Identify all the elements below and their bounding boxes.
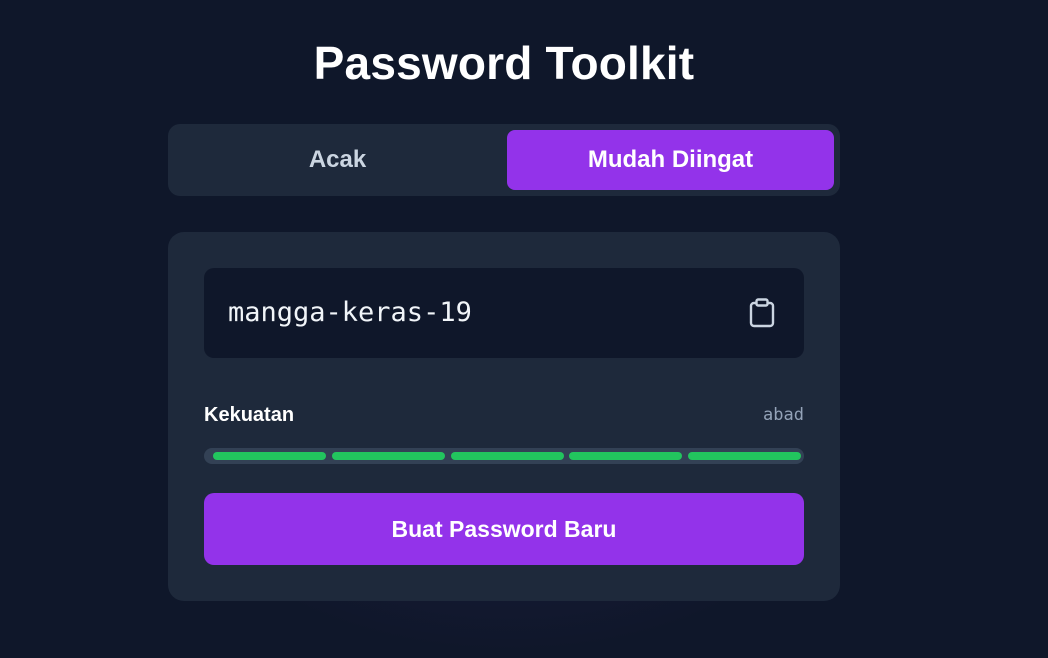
strength-value: abad (763, 405, 804, 425)
tab-mudah-diingat[interactable]: Mudah Diingat (507, 130, 834, 190)
strength-segment-3 (451, 452, 564, 460)
tab-acak[interactable]: Acak (174, 130, 501, 190)
password-output[interactable]: mangga-keras-19 (204, 268, 804, 358)
generate-password-button[interactable]: Buat Password Baru (204, 493, 804, 565)
password-toolkit-page: Password Toolkit Acak Mudah Diingat mang… (0, 0, 1048, 658)
clipboard-icon (749, 298, 775, 328)
strength-segment-1 (213, 452, 326, 460)
strength-segment-5 (688, 452, 801, 460)
strength-label: Kekuatan (204, 404, 295, 426)
strength-segment-4 (569, 452, 682, 460)
page-title: Password Toolkit (313, 37, 695, 89)
strength-segment-2 (332, 452, 445, 460)
mode-tabs: Acak Mudah Diingat (168, 124, 840, 196)
password-text[interactable]: mangga-keras-19 (228, 268, 472, 358)
strength-meter (204, 448, 804, 464)
copy-button[interactable] (744, 295, 780, 331)
generator-card: mangga-keras-19 Kekuatan abad Buat Passw… (168, 232, 840, 601)
